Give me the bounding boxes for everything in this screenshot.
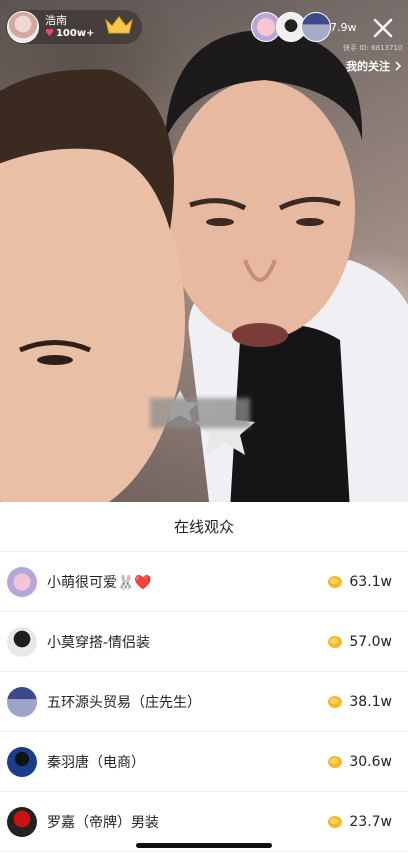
avatar[interactable] <box>7 566 37 597</box>
coin-icon <box>328 635 343 648</box>
coin-icon <box>328 815 343 828</box>
viewer-avatar[interactable] <box>301 12 331 42</box>
avatar[interactable] <box>7 626 37 657</box>
online-viewers-sheet: 在线观众 小萌很可爱🐰❤️ 63.1w 小莫穿搭-情侣装 57.0w 五环源头贸… <box>0 502 408 854</box>
coin-icon <box>328 575 343 588</box>
list-item[interactable]: 小莫穿搭-情侣装 57.0w <box>0 612 408 672</box>
host-likes: ♥ 100w+ <box>45 27 94 40</box>
viewer-name: 五环源头贸易（庄先生） <box>47 694 201 711</box>
close-icon[interactable] <box>370 15 396 41</box>
guest-figure <box>0 69 185 502</box>
viewer-score: 23.7w <box>349 813 392 830</box>
chevron-right-icon <box>395 61 402 71</box>
viewer-name: 小萌很可爱🐰❤️ <box>47 574 152 591</box>
likes-count: 100w+ <box>55 28 95 39</box>
host-name: 浩南 <box>45 14 67 27</box>
sheet-title: 在线观众 <box>0 502 408 552</box>
viewer-name: 罗嘉（帝牌）男装 <box>47 814 159 831</box>
mosaic-blur <box>150 398 250 428</box>
avatar[interactable] <box>7 806 37 837</box>
viewer-score: 57.0w <box>349 633 392 650</box>
viewer-score: 63.1w <box>349 573 392 590</box>
list-item[interactable]: 小萌很可爱🐰❤️ 63.1w <box>0 552 408 612</box>
viewer-name: 秦羽唐（电商） <box>47 754 145 771</box>
my-follow-link[interactable]: 我的关注 <box>346 58 402 74</box>
live-video[interactable]: 浩南 ♥ 100w+ 7.9w 快手 ID: 6813710 我的关注 <box>0 0 408 502</box>
list-item[interactable]: 五环源头贸易（庄先生） 38.1w <box>0 672 408 732</box>
top-viewers-avatars[interactable] <box>251 12 331 44</box>
heart-icon: ♥ <box>45 28 54 39</box>
viewer-name: 小莫穿搭-情侣装 <box>47 634 151 651</box>
host-avatar[interactable] <box>7 11 39 43</box>
follow-link-label: 我的关注 <box>346 60 390 73</box>
crown-icon[interactable] <box>104 14 134 36</box>
viewer-score: 38.1w <box>349 693 392 710</box>
avatar[interactable] <box>7 746 37 777</box>
kuaishou-id: 快手 ID: 6813710 <box>343 44 403 52</box>
avatar[interactable] <box>7 686 37 717</box>
viewer-count[interactable]: 7.9w <box>330 21 357 34</box>
list-item[interactable]: 秦羽唐（电商） 30.6w <box>0 732 408 792</box>
viewer-score: 30.6w <box>349 753 392 770</box>
coin-icon <box>328 695 343 708</box>
coin-icon <box>328 755 343 768</box>
home-indicator[interactable] <box>136 843 272 848</box>
